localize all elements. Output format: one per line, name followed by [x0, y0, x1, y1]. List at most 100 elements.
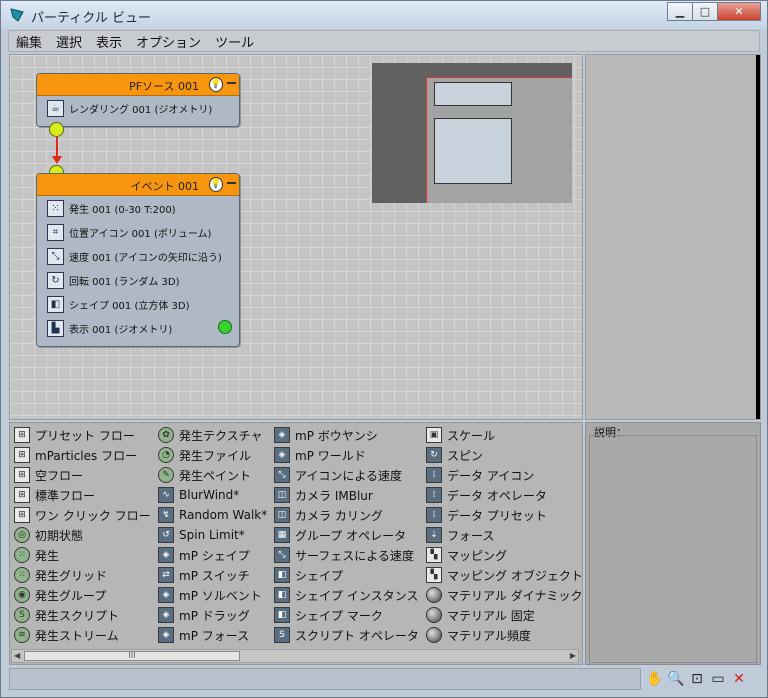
maximize-button[interactable]: □ [692, 2, 718, 21]
depot-item[interactable]: ⁙ 発生グリッド [14, 565, 151, 585]
depot-item[interactable]: S スクリプト オペレータ [274, 625, 419, 645]
depot-item[interactable]: ◫ カメラ カリング [274, 505, 419, 525]
scroll-right-arrow-icon[interactable]: ▶ [570, 650, 576, 662]
operator-row[interactable]: ⤡ 速度 001 (アイコンの矢印に沿う) [37, 244, 239, 268]
scroll-left-arrow-icon[interactable]: ◀ [14, 650, 20, 662]
operator-row[interactable]: ⌗ 位置アイコン 001 (ボリューム) [37, 220, 239, 244]
depot-column: ⊞ プリセット フロー ⊞ mParticles フロー ⊞ 空フロー ⊞ 標準フロー ⊞ ワン … [14, 425, 151, 645]
script-operator-icon: S [274, 627, 290, 643]
depot-item[interactable]: ◫ カメラ IMBlur [274, 485, 419, 505]
mp-buoyancy-icon: ◈ [274, 427, 290, 443]
depot-item[interactable]: ∿ BlurWind* [158, 485, 267, 505]
depot-item[interactable]: ⊞ プリセット フロー [14, 425, 151, 445]
lightbulb-icon[interactable]: 💡 [209, 177, 223, 192]
depot-item[interactable]: ↻ スピン [426, 445, 582, 465]
operator-row[interactable]: ▙ 表示 001 (ジオメトリ) [37, 316, 239, 340]
operator-row[interactable]: ⁙ 発生 001 (0-30 T:200) [37, 196, 239, 220]
event-display-canvas[interactable]: PFソース 001 💡 ☕ レンダリング 001 (ジオメトリ) イベント 00… [9, 54, 583, 420]
data-operator-icon: ⁞ [426, 487, 442, 503]
depot-item[interactable]: ◉ 発生グループ [14, 585, 151, 605]
menu-display[interactable]: 表示 [89, 32, 129, 51]
depot-item[interactable]: ◎ 初期状態 [14, 525, 151, 545]
depot-item[interactable]: ⊞ ワン クリック フロー [14, 505, 151, 525]
pf-source-header[interactable]: PFソース 001 💡 [37, 74, 239, 96]
depot-item[interactable]: ◧ シェイプ [274, 565, 419, 585]
depot-horizontal-scrollbar[interactable]: ◀ III ▶ [11, 649, 579, 663]
event-node[interactable]: イベント 001 💡 ⁙ 発生 001 (0-30 T:200) ⌗ 位置アイコ… [36, 173, 240, 347]
pf-source-title: PFソース 001 [129, 80, 199, 93]
random-walk-icon: ↯ [158, 507, 174, 523]
birth-script-icon: S [14, 607, 30, 623]
depot-item[interactable]: ◈ mP ソルベント [158, 585, 267, 605]
event-header[interactable]: イベント 001 💡 [37, 174, 239, 196]
mp-solvent-icon: ◈ [158, 587, 174, 603]
shape-instance-icon: ◧ [274, 587, 290, 603]
navigator-minimap[interactable] [372, 63, 572, 203]
depot-item[interactable]: ▚ マッピング オブジェクト [426, 565, 582, 585]
collapse-icon[interactable] [227, 182, 236, 184]
zoom-extents-icon[interactable]: ▭ [708, 669, 728, 689]
depot-item[interactable]: ◈ mP ドラッグ [158, 605, 267, 625]
flow-icon: ⊞ [14, 467, 30, 483]
zoom-icon[interactable]: 🔍 [666, 669, 686, 689]
depot-item[interactable]: ⁞ データ アイコン [426, 465, 582, 485]
output-socket[interactable] [49, 122, 64, 137]
menu-edit[interactable]: 編集 [9, 32, 49, 51]
depot-item[interactable]: ↯ Random Walk* [158, 505, 267, 525]
operator-row[interactable]: ☕ レンダリング 001 (ジオメトリ) [37, 96, 239, 120]
depot-item-label: Random Walk* [179, 508, 268, 522]
panel-divider[interactable] [756, 55, 760, 419]
depot-item[interactable]: ⁞ データ オペレータ [426, 485, 582, 505]
depot-item[interactable]: ◈ mP ボウヤンシ [274, 425, 419, 445]
depot-item[interactable]: ✎ 発生ペイント [158, 465, 267, 485]
depot-item[interactable]: ✿ 発生テクスチャ [158, 425, 267, 445]
zoom-region-icon[interactable]: ⊡ [687, 669, 707, 689]
scroll-thumb[interactable]: III [24, 651, 240, 661]
scale-icon: ▣ [426, 427, 442, 443]
depot-item[interactable]: ◧ シェイプ マーク [274, 605, 419, 625]
depot-item[interactable]: ▦ グループ オペレータ [274, 525, 419, 545]
lightbulb-icon[interactable]: 💡 [209, 77, 223, 92]
depot-item[interactable]: マテリアル 固定 [426, 605, 582, 625]
depot-item[interactable]: マテリアル頻度 [426, 625, 582, 645]
depot-item[interactable]: ⊞ 標準フロー [14, 485, 151, 505]
operator-row[interactable]: ↻ 回転 001 (ランダム 3D) [37, 268, 239, 292]
depot-item[interactable]: ⇣ フォース [426, 525, 582, 545]
pf-source-node[interactable]: PFソース 001 💡 ☕ レンダリング 001 (ジオメトリ) [36, 73, 240, 127]
depot-item[interactable]: ⊞ mParticles フロー [14, 445, 151, 465]
depot-item[interactable]: ◧ シェイプ インスタンス [274, 585, 419, 605]
depot-item[interactable]: ⁞ データ プリセット [426, 505, 582, 525]
operator-row[interactable]: ◧ シェイプ 001 (立方体 3D) [37, 292, 239, 316]
menu-tools[interactable]: ツール [208, 32, 261, 51]
depot-item[interactable]: ↺ Spin Limit* [158, 525, 267, 545]
depot-item[interactable]: ⤡ サーフェスによる速度 [274, 545, 419, 565]
depot-item[interactable]: ⤡ アイコンによる速度 [274, 465, 419, 485]
depot-item[interactable]: ≋ 発生ストリーム [14, 625, 151, 645]
depot-item[interactable]: S 発生スクリプト [14, 605, 151, 625]
depot-item[interactable]: ⁙ 発生 [14, 545, 151, 565]
operator-label: 回転 001 (ランダム 3D) [69, 276, 180, 288]
minimap-viewport[interactable] [426, 77, 572, 203]
pan-hand-icon[interactable]: ✋ [645, 669, 665, 689]
wire-arrow-icon [52, 156, 62, 164]
menu-select[interactable]: 選択 [49, 32, 89, 51]
minimize-button[interactable]: ▁ [667, 2, 693, 21]
depot-item[interactable]: マテリアル ダイナミック [426, 585, 582, 605]
depot-item[interactable]: ◈ mP シェイプ [158, 545, 267, 565]
operator-label: 表示 001 (ジオメトリ) [69, 324, 173, 336]
no-draw-icon[interactable]: ✕ [729, 669, 749, 689]
title-bar[interactable]: パーティクル ビュー ▁ □ ✕ [1, 1, 767, 29]
depot-item[interactable]: ⊞ 空フロー [14, 465, 151, 485]
depot-item[interactable]: ▣ スケール [426, 425, 582, 445]
depot-item[interactable]: ◈ mP ワールド [274, 445, 419, 465]
depot-item-label: BlurWind* [179, 488, 240, 502]
shape-icon: ◧ [274, 567, 290, 583]
status-light-icon [218, 320, 232, 334]
depot-item[interactable]: ◔ 発生ファイル [158, 445, 267, 465]
depot-item[interactable]: ⇄ mP スイッチ [158, 565, 267, 585]
depot-item[interactable]: ◈ mP フォース [158, 625, 267, 645]
collapse-icon[interactable] [227, 82, 236, 84]
close-button[interactable]: ✕ [717, 2, 761, 21]
depot-item[interactable]: ▚ マッピング [426, 545, 582, 565]
menu-options[interactable]: オプション [129, 32, 208, 51]
